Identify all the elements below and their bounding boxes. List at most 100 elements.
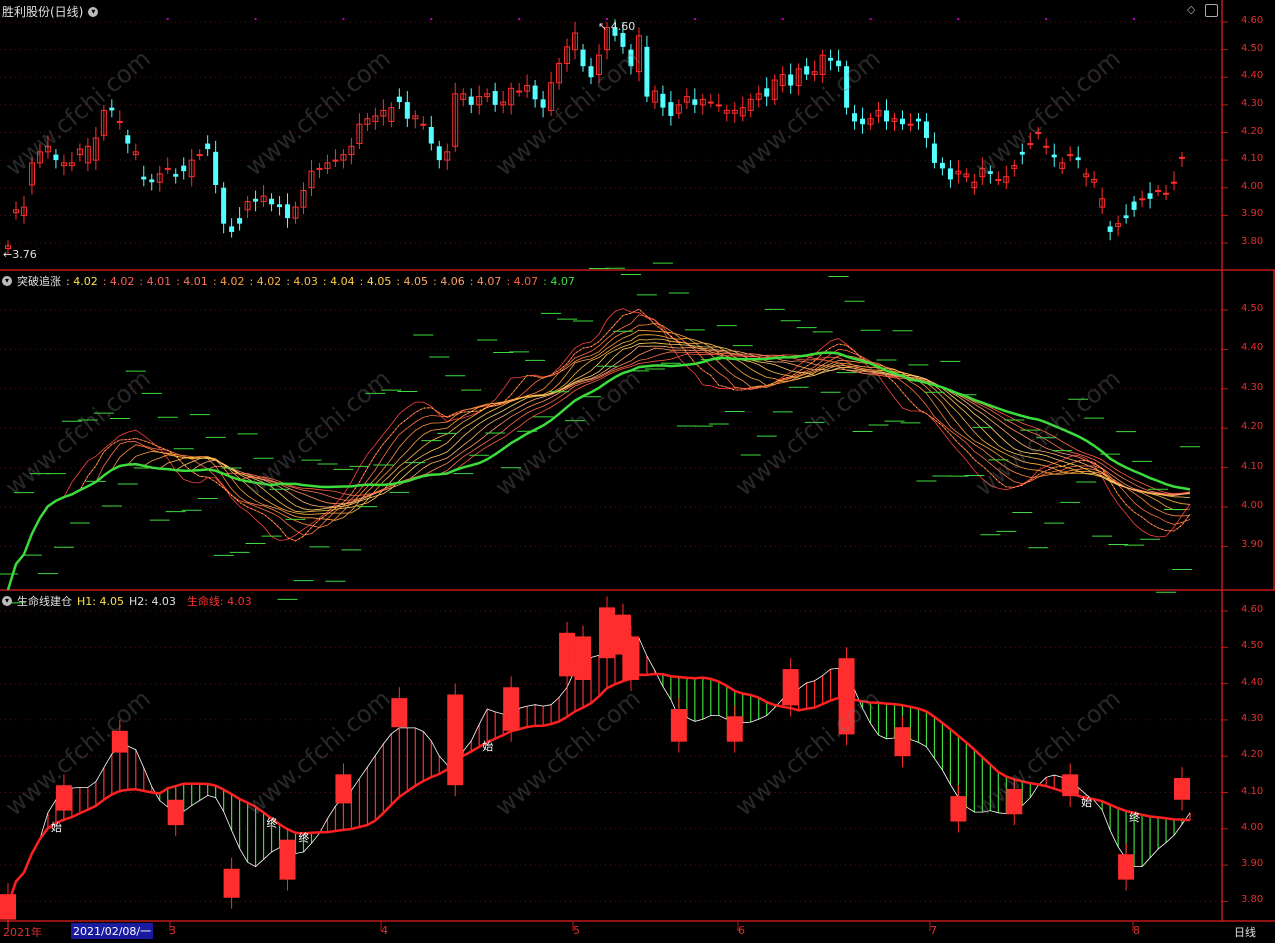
marker-dot <box>693 18 696 20</box>
candle-up <box>707 101 714 104</box>
signal-marker: 终 <box>299 831 310 845</box>
candle-down <box>939 162 945 169</box>
candle-down <box>428 126 434 144</box>
position-block <box>391 698 408 728</box>
candle-up <box>715 104 722 107</box>
y-tick-label: 4.00 <box>1241 821 1264 833</box>
indicator-value: : 4.01 <box>139 274 172 288</box>
x-cursor-date[interactable]: 2021/02/08/一 <box>71 923 154 939</box>
y-tick-label: 3.90 <box>1241 208 1264 220</box>
position-block <box>559 632 576 677</box>
candle-down <box>213 151 219 185</box>
candle-up <box>1067 154 1074 157</box>
chevron-down-icon[interactable]: ▾ <box>2 276 12 286</box>
marker-dot <box>781 18 784 20</box>
candle-down <box>285 204 291 219</box>
candle-down <box>229 226 235 232</box>
candle-down <box>404 102 410 119</box>
indicator-value: : 4.02 <box>102 274 135 288</box>
y-tick-label: 3.90 <box>1241 858 1264 870</box>
x-tick-year: 2021年 <box>3 926 42 939</box>
indicator-value: : 4.03 <box>286 274 318 288</box>
chevron-down-icon[interactable]: ▾ <box>2 596 12 606</box>
period-label[interactable]: 日线 <box>1234 924 1256 940</box>
y-tick-label: 4.40 <box>1241 342 1264 354</box>
candle-down <box>804 66 810 75</box>
candle-up <box>1139 198 1146 201</box>
marker-dot <box>1045 18 1048 20</box>
candle-down <box>1019 151 1025 155</box>
y-tick-label: 3.80 <box>1241 236 1264 247</box>
y-tick-label: 4.00 <box>1241 500 1264 511</box>
candle-up <box>1027 143 1034 146</box>
position-block <box>0 894 16 920</box>
panel1-header: 胜利股份(日线) ▾ <box>2 3 99 20</box>
candle-up <box>1163 192 1170 195</box>
candle-up <box>995 178 1002 181</box>
position-block <box>1062 774 1079 797</box>
position-block <box>950 796 967 822</box>
position-block <box>598 607 615 659</box>
indicator-value: : 4.02 <box>66 274 98 288</box>
indicator-value: : 4.07 <box>543 274 575 288</box>
marker-dot <box>166 18 169 20</box>
candle-up <box>1155 190 1162 193</box>
x-tick-8: 8 <box>1133 924 1140 937</box>
indicator-value: : 4.06 <box>433 274 465 288</box>
candle-down <box>468 96 474 105</box>
marker-dot <box>518 18 521 20</box>
position-block <box>1174 777 1191 800</box>
chevron-down-icon[interactable]: ▾ <box>88 6 99 17</box>
candle-down <box>221 187 227 224</box>
x-tick-4: 4 <box>381 924 388 937</box>
candle-up <box>1171 181 1178 184</box>
y-tick-label: 3.90 <box>1241 539 1264 551</box>
candle-down <box>852 113 858 122</box>
position-block <box>670 709 687 742</box>
position-block <box>279 839 296 880</box>
marker-dot <box>342 18 345 20</box>
position-block <box>726 716 743 742</box>
indicator-value: : 4.07 <box>469 274 502 288</box>
candle-up <box>516 90 523 93</box>
position-block <box>1118 854 1135 880</box>
maximize-icon[interactable] <box>1205 4 1218 17</box>
ribbon-ma-line <box>7 334 1191 590</box>
candle-up <box>196 154 203 157</box>
y-tick-label: 4.30 <box>1241 381 1264 393</box>
candle-down <box>253 198 259 202</box>
candle-up <box>116 120 123 123</box>
kline-chart: 始终终始始终 <box>0 0 1275 931</box>
marker-dot <box>254 18 257 20</box>
y-tick-label: 4.60 <box>1241 604 1264 615</box>
candle-down <box>580 49 586 67</box>
y-tick-label: 4.50 <box>1241 42 1264 54</box>
position-block <box>223 868 240 898</box>
y-tick-label: 4.10 <box>1241 153 1264 165</box>
candle-up <box>316 167 323 170</box>
candle-down <box>860 118 866 125</box>
position-block <box>503 687 520 731</box>
indicator-value: : 4.04 <box>322 274 355 288</box>
y-tick-label: 4.40 <box>1241 70 1264 82</box>
candle-down <box>987 171 993 174</box>
signal-marker: 终 <box>1129 810 1140 824</box>
x-tick-3: 3 <box>169 924 176 937</box>
candle-down <box>668 102 674 116</box>
signal-marker: 始 <box>482 739 493 753</box>
candle-down <box>588 66 594 78</box>
position-block <box>575 636 592 680</box>
indicator-title: 生命线建仓 <box>17 595 72 608</box>
indicator-value: : 4.02 <box>212 274 245 288</box>
candle-down <box>836 60 842 67</box>
candle-down <box>660 93 666 108</box>
x-tick-6: 6 <box>738 924 745 937</box>
indicator-value: : 4.05 <box>396 274 429 288</box>
position-block <box>447 694 464 786</box>
candle-down <box>173 173 179 177</box>
candle-down <box>628 49 634 67</box>
y-tick-label: 4.10 <box>1241 785 1264 797</box>
diamond-icon[interactable]: ◇ <box>1187 3 1195 16</box>
x-tick-7: 7 <box>930 924 937 937</box>
candle-down <box>644 46 650 97</box>
